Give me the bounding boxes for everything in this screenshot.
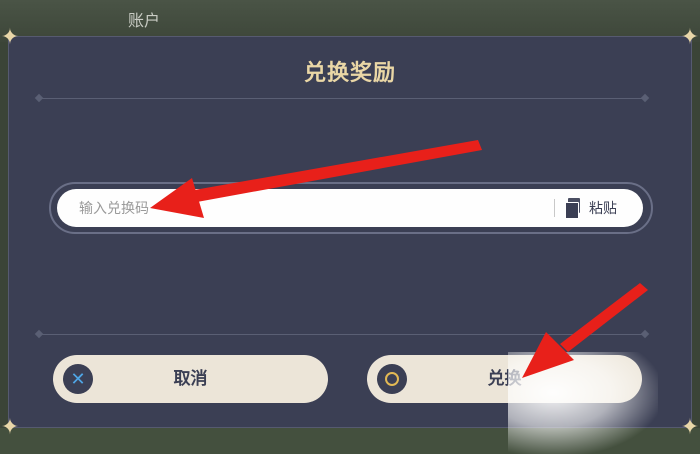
arrow-to-input-icon xyxy=(150,140,482,218)
annotation-arrows xyxy=(150,140,648,378)
arrow-to-redeem-icon xyxy=(522,283,648,378)
